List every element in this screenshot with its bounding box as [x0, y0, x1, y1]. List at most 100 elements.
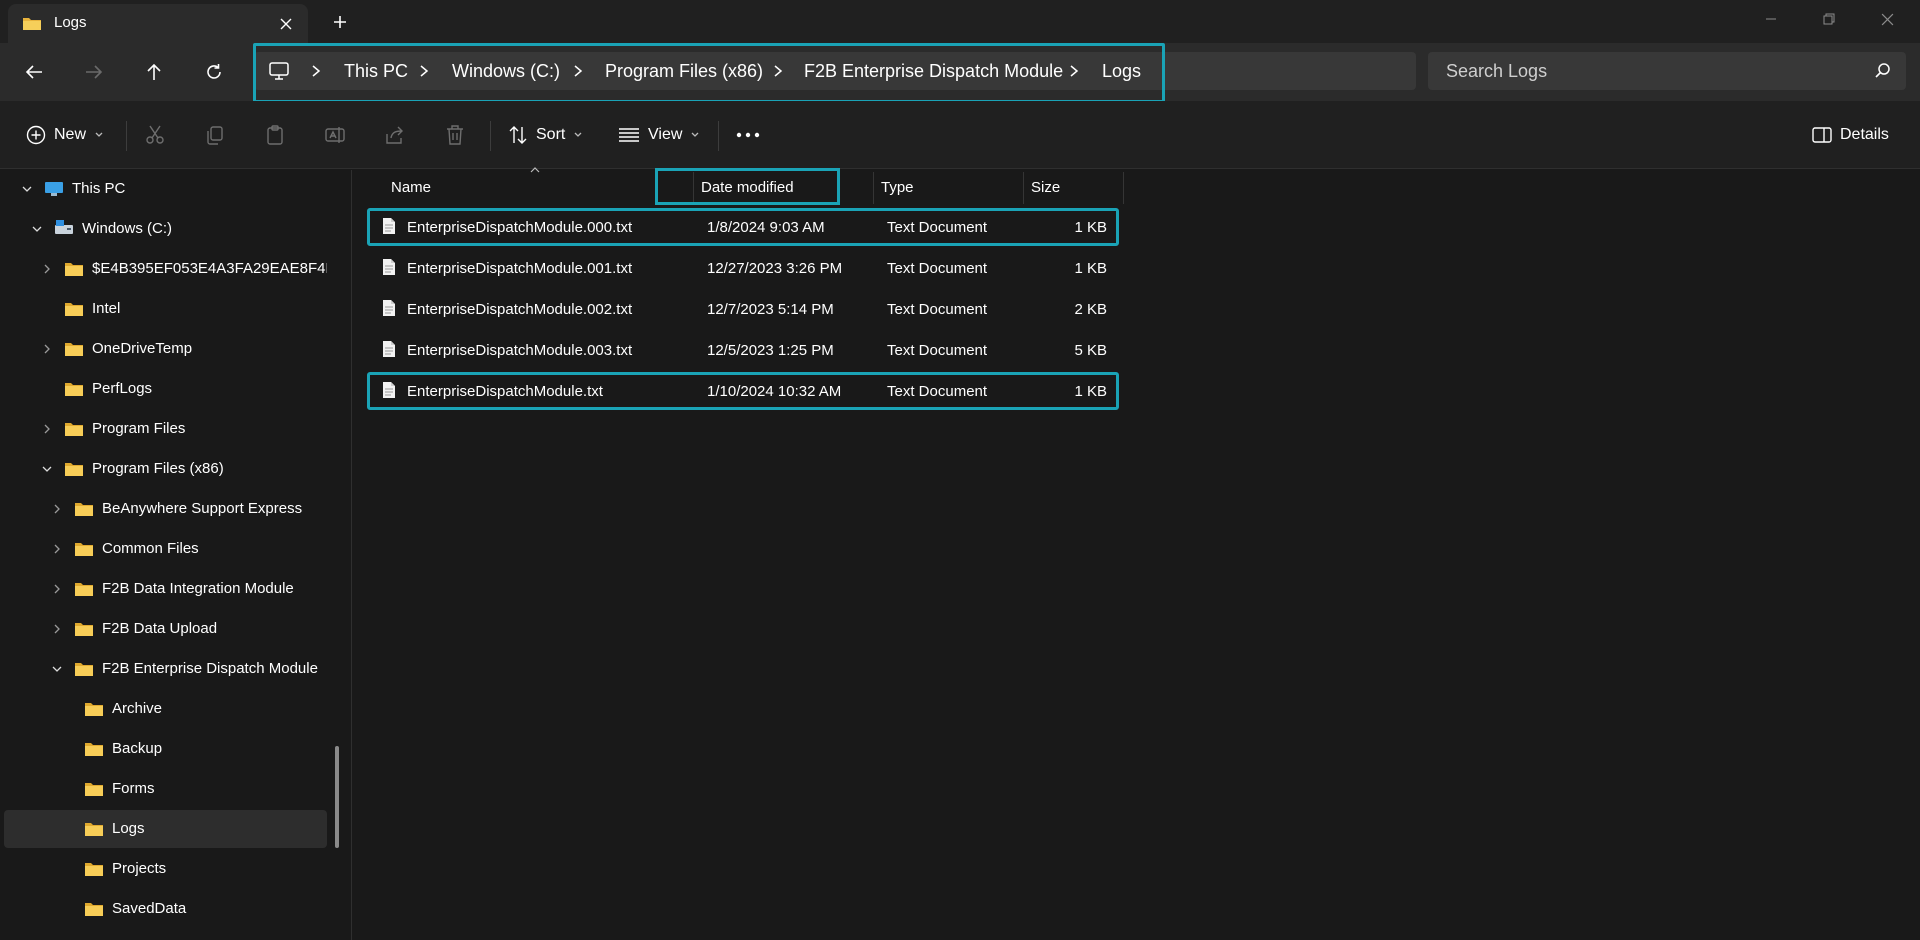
chevron-down-icon [42, 466, 52, 472]
breadcrumb-windows-c[interactable]: Windows (C:) [452, 61, 560, 82]
copy-icon [207, 126, 223, 145]
sidebar-item-archive[interactable]: Archive [4, 690, 327, 728]
more-options-button[interactable] [736, 119, 760, 151]
share-button[interactable] [384, 119, 406, 151]
search-box[interactable]: Search Logs [1428, 52, 1906, 90]
column-header-date-label: Date modified [701, 178, 794, 196]
restore-button[interactable] [1800, 0, 1858, 38]
up-button[interactable] [136, 55, 172, 89]
tab-logs[interactable]: Logs [8, 4, 308, 43]
sidebar-item-logs[interactable]: Logs [4, 810, 327, 848]
view-button-label: View [648, 126, 683, 143]
expand-toggle[interactable] [50, 542, 64, 556]
column-header-type[interactable]: Type [881, 170, 914, 204]
sidebar-item-onedrivetemp[interactable]: OneDriveTemp [4, 330, 327, 368]
close-icon [1881, 13, 1893, 25]
sidebar-item-perflogs[interactable]: PerfLogs [4, 370, 327, 408]
forward-button[interactable] [76, 55, 112, 89]
search-input[interactable]: Search Logs [1446, 61, 1547, 82]
sort-button[interactable]: Sort [508, 119, 583, 151]
sidebar-item-label: Logs [112, 820, 145, 837]
file-date-modified: 1/10/2024 10:32 AM [707, 383, 842, 400]
file-row[interactable]: EnterpriseDispatchModule.002.txt 12/7/202… [367, 290, 1119, 328]
new-button[interactable]: New [26, 119, 104, 151]
breadcrumb-program-files-x86[interactable]: Program Files (x86) [605, 61, 763, 82]
refresh-button[interactable] [196, 55, 232, 89]
plus-circle-icon [26, 125, 46, 145]
expand-toggle[interactable] [40, 262, 54, 276]
back-button[interactable] [16, 55, 52, 89]
file-row[interactable]: EnterpriseDispatchModule.001.txt 12/27/20… [367, 249, 1119, 287]
folder-icon [65, 423, 83, 436]
sidebar-item-forms[interactable]: Forms [4, 770, 327, 808]
sidebar-item-f2b-enterprise-dispatch-module[interactable]: F2B Enterprise Dispatch Module [4, 650, 327, 688]
file-size: 1 KB [1074, 260, 1107, 277]
sidebar-item-label: Program Files [92, 420, 186, 437]
collapse-toggle[interactable] [20, 182, 34, 196]
folder-icon [23, 18, 41, 30]
file-name: EnterpriseDispatchModule.002.txt [407, 301, 633, 318]
minimize-button[interactable] [1742, 0, 1800, 38]
file-name: EnterpriseDispatchModule.003.txt [407, 342, 633, 359]
scissors-icon [146, 125, 164, 144]
expand-toggle[interactable] [40, 342, 54, 356]
expand-toggle[interactable] [50, 622, 64, 636]
file-list: Name Date modified Type Size EnterpriseD… [353, 167, 1920, 940]
folder-icon [75, 663, 93, 676]
details-pane-button[interactable]: Details [1812, 119, 1889, 151]
close-tab-button[interactable] [274, 12, 298, 36]
sidebar-item-projects[interactable]: Projects [4, 850, 327, 888]
file-type: Text Document [887, 260, 988, 277]
sidebar-item-label: Windows (C:) [82, 220, 173, 237]
address-bar[interactable]: This PC Windows (C:) Program Files (x86)… [254, 52, 1416, 90]
sidebar-item-this-pc[interactable]: This PC [4, 170, 327, 208]
paste-button[interactable] [264, 119, 286, 151]
folder-icon [85, 823, 103, 836]
folder-icon [85, 903, 103, 916]
file-row[interactable]: EnterpriseDispatchModule.txt 1/10/2024 10… [367, 372, 1119, 410]
cut-button[interactable] [144, 119, 166, 151]
sidebar-item-intel[interactable]: Intel [4, 290, 327, 328]
breadcrumb-this-pc[interactable]: This PC [344, 61, 408, 82]
file-size: 1 KB [1074, 219, 1107, 236]
sidebar-item-f2b-data-integration-module[interactable]: F2B Data Integration Module [4, 570, 327, 608]
arrow-up-icon [147, 63, 161, 80]
chevron-down-icon [691, 132, 699, 137]
tab-title: Logs [54, 14, 87, 31]
column-divider[interactable] [693, 172, 694, 204]
expand-toggle[interactable] [50, 502, 64, 516]
sidebar-item-e4b395ef053e4a3fa29eae8f4e116[interactable]: $E4B395EF053E4A3FA29EAE8F4E116 [4, 250, 327, 288]
new-tab-button[interactable] [326, 10, 354, 34]
column-divider[interactable] [1023, 172, 1024, 204]
breadcrumb-logs[interactable]: Logs [1102, 61, 1141, 82]
file-row[interactable]: EnterpriseDispatchModule.003.txt 12/5/202… [367, 331, 1119, 369]
sidebar-item-f2b-data-upload[interactable]: F2B Data Upload [4, 610, 327, 648]
expand-toggle[interactable] [40, 422, 54, 436]
sidebar-item-backup[interactable]: Backup [4, 730, 327, 768]
copy-button[interactable] [204, 119, 226, 151]
collapse-toggle[interactable] [40, 462, 54, 476]
breadcrumb-f2b-enterprise-dispatch-module[interactable]: F2B Enterprise Dispatch Module [804, 61, 1063, 82]
sidebar-item-saveddata[interactable]: SavedData [4, 890, 327, 928]
file-row[interactable]: EnterpriseDispatchModule.000.txt 1/8/2024… [367, 208, 1119, 246]
sidebar-item-program-files-x86[interactable]: Program Files (x86) [4, 450, 327, 488]
collapse-toggle[interactable] [50, 662, 64, 676]
chevron-right-icon [44, 264, 50, 274]
collapse-toggle[interactable] [30, 222, 44, 236]
rename-button[interactable] [324, 119, 346, 151]
sidebar-item-common-files[interactable]: Common Files [4, 530, 327, 568]
sidebar-item-program-files[interactable]: Program Files [4, 410, 327, 448]
column-header-name[interactable]: Name [391, 170, 431, 204]
column-header-size[interactable]: Size [1031, 170, 1060, 204]
delete-button[interactable] [444, 119, 466, 151]
column-divider[interactable] [873, 172, 874, 204]
file-date-modified: 12/7/2023 5:14 PM [707, 301, 834, 318]
column-header-date-modified[interactable]: Date modified [701, 170, 794, 204]
sidebar-item-windows-c[interactable]: Windows (C:) [4, 210, 327, 248]
sidebar-scrollbar[interactable] [335, 746, 339, 848]
sidebar-item-beanywhere-support-express[interactable]: BeAnywhere Support Express [4, 490, 327, 528]
expand-toggle[interactable] [50, 582, 64, 596]
close-window-button[interactable] [1858, 0, 1916, 38]
view-button[interactable]: View [618, 119, 700, 151]
column-divider[interactable] [1123, 172, 1124, 204]
